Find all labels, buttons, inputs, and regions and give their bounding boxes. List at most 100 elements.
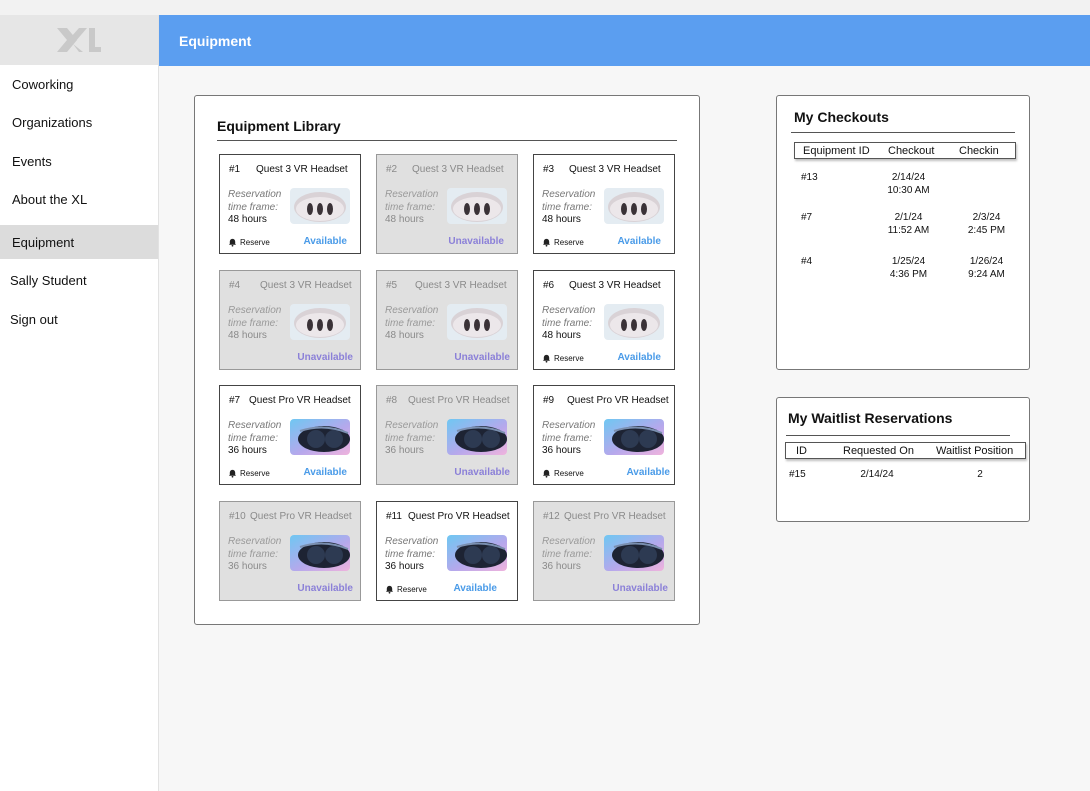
quest-pro-headset-image <box>604 419 664 455</box>
equipment-card[interactable]: #10 Quest Pro VR Headset Reservation time f… <box>219 501 361 601</box>
sidebar-item-equipment[interactable]: Equipment <box>0 225 158 259</box>
equipment-card[interactable]: #8 Quest Pro VR Headset Reservation time fr… <box>376 385 518 485</box>
waitlist-table-header: ID Requested On Waitlist Position <box>785 442 1026 459</box>
equipment-name: Quest Pro VR Headset <box>249 395 351 406</box>
divider <box>791 132 1015 133</box>
reservation-label: Reservation time frame: <box>385 189 439 213</box>
logo[interactable] <box>0 15 158 65</box>
equipment-card[interactable]: #6 Quest 3 VR Headset Reservation time fram… <box>533 270 675 370</box>
my-waitlist-panel: My Waitlist Reservations ID Requested On… <box>776 397 1030 522</box>
equipment-number: #1 <box>229 164 241 175</box>
sidebar-item-profile[interactable]: Sally Student <box>0 263 158 297</box>
availability-status: Unavailable <box>297 352 353 363</box>
page-header: Equipment <box>159 15 1090 66</box>
reservation-label: Reservation time frame: <box>228 305 282 329</box>
equipment-name: Quest Pro VR Headset <box>408 511 510 522</box>
reservation-duration: 48 hours <box>228 214 267 225</box>
equipment-number: #4 <box>229 280 241 291</box>
reserve-button[interactable]: Reserve <box>385 585 427 594</box>
quest-pro-headset-image <box>290 419 350 455</box>
equipment-name: Quest Pro VR Headset <box>564 511 666 522</box>
quest-3-headset-image <box>290 304 350 340</box>
equipment-card[interactable]: #9 Quest Pro VR Headset Reservation time fr… <box>533 385 675 485</box>
equipment-card[interactable]: #12 Quest Pro VR Headset Reservation time f… <box>533 501 675 601</box>
equipment-image <box>604 188 664 224</box>
equipment-name: Quest 3 VR Headset <box>569 164 661 175</box>
equipment-name: Quest 3 VR Headset <box>415 280 507 291</box>
equipment-number: #3 <box>543 164 555 175</box>
reservation-duration: 48 hours <box>385 214 424 225</box>
reserve-button[interactable]: Reserve <box>542 354 584 363</box>
reservation-duration: 36 hours <box>542 561 581 572</box>
checkout-equipment-id: #13 <box>801 172 818 183</box>
bell-icon <box>542 469 551 478</box>
waitlist-id: #15 <box>789 469 806 480</box>
equipment-name: Quest 3 VR Headset <box>412 164 504 175</box>
sidebar: Coworking Organizations Events About the… <box>0 15 159 791</box>
reservation-label: Reservation time frame: <box>228 536 282 560</box>
equipment-number: #10 <box>229 511 246 522</box>
divider <box>217 140 677 141</box>
equipment-card[interactable]: #1 Quest 3 VR Headset Reservation time fram… <box>219 154 361 254</box>
column-header-equipment-id: Equipment ID <box>803 145 870 157</box>
reservation-label: Reservation time frame: <box>542 536 596 560</box>
checkout-datetime: 2/14/24 10:30 AM <box>887 172 930 196</box>
checkin-datetime: 1/26/24 9:24 AM <box>968 256 1005 280</box>
checkout-datetime: 1/25/24 4:36 PM <box>889 256 928 280</box>
equipment-image <box>604 535 664 571</box>
sidebar-item-organizations[interactable]: Organizations <box>0 105 158 139</box>
reservation-duration: 36 hours <box>228 445 267 456</box>
equipment-name: Quest Pro VR Headset <box>250 511 352 522</box>
equipment-name: Quest 3 VR Headset <box>260 280 352 291</box>
availability-status: Available <box>617 236 661 247</box>
equipment-card[interactable]: #11 Quest Pro VR Headset Reservation time f… <box>376 501 518 601</box>
equipment-card[interactable]: #2 Quest 3 VR Headset Reservation time fram… <box>376 154 518 254</box>
page-title: Equipment <box>179 32 252 49</box>
availability-status: Available <box>626 467 670 478</box>
reservation-duration: 48 hours <box>228 330 267 341</box>
sidebar-item-events[interactable]: Events <box>0 144 158 178</box>
sidebar-item-about[interactable]: About the XL <box>0 182 158 216</box>
reservation-duration: 48 hours <box>385 330 424 341</box>
equipment-library-title: Equipment Library <box>217 118 341 134</box>
equipment-card[interactable]: #3 Quest 3 VR Headset Reservation time fram… <box>533 154 675 254</box>
reserve-button[interactable]: Reserve <box>228 238 270 247</box>
sidebar-item-sign-out[interactable]: Sign out <box>0 302 158 336</box>
equipment-number: #5 <box>386 280 398 291</box>
quest-3-headset-image <box>604 188 664 224</box>
equipment-card[interactable]: #5 Quest 3 VR Headset Reservation time fram… <box>376 270 518 370</box>
availability-status: Unavailable <box>297 583 353 594</box>
availability-status: Unavailable <box>454 467 510 478</box>
top-strip <box>0 0 1090 15</box>
checkout-datetime: 2/1/24 11:52 AM <box>887 212 930 236</box>
equipment-card[interactable]: #7 Quest Pro VR Headset Reservation time fr… <box>219 385 361 485</box>
quest-pro-headset-image <box>447 419 507 455</box>
availability-status: Unavailable <box>454 352 510 363</box>
equipment-card[interactable]: #4 Quest 3 VR Headset Reservation time fram… <box>219 270 361 370</box>
reservation-label: Reservation time frame: <box>542 189 596 213</box>
equipment-number: #6 <box>543 280 555 291</box>
xl-logo-icon <box>57 28 101 52</box>
reserve-button[interactable]: Reserve <box>542 469 584 478</box>
reserve-button[interactable]: Reserve <box>542 238 584 247</box>
equipment-image <box>447 419 507 455</box>
bell-icon <box>228 469 237 478</box>
availability-status: Unavailable <box>612 583 668 594</box>
bell-icon <box>228 238 237 247</box>
equipment-image <box>290 535 350 571</box>
sidebar-item-coworking[interactable]: Coworking <box>0 67 158 101</box>
column-header-id: ID <box>796 445 807 457</box>
equipment-image <box>447 188 507 224</box>
equipment-image <box>604 419 664 455</box>
equipment-number: #9 <box>543 395 555 406</box>
reservation-duration: 36 hours <box>542 445 581 456</box>
reservation-duration: 36 hours <box>385 561 424 572</box>
reservation-label: Reservation time frame: <box>228 189 282 213</box>
reserve-button[interactable]: Reserve <box>228 469 270 478</box>
checkouts-table-header: Equipment ID Checkout Checkin <box>794 142 1016 159</box>
reservation-duration: 48 hours <box>542 214 581 225</box>
column-header-checkout: Checkout <box>888 145 935 157</box>
equipment-number: #2 <box>386 164 398 175</box>
availability-status: Available <box>303 236 347 247</box>
quest-3-headset-image <box>447 304 507 340</box>
